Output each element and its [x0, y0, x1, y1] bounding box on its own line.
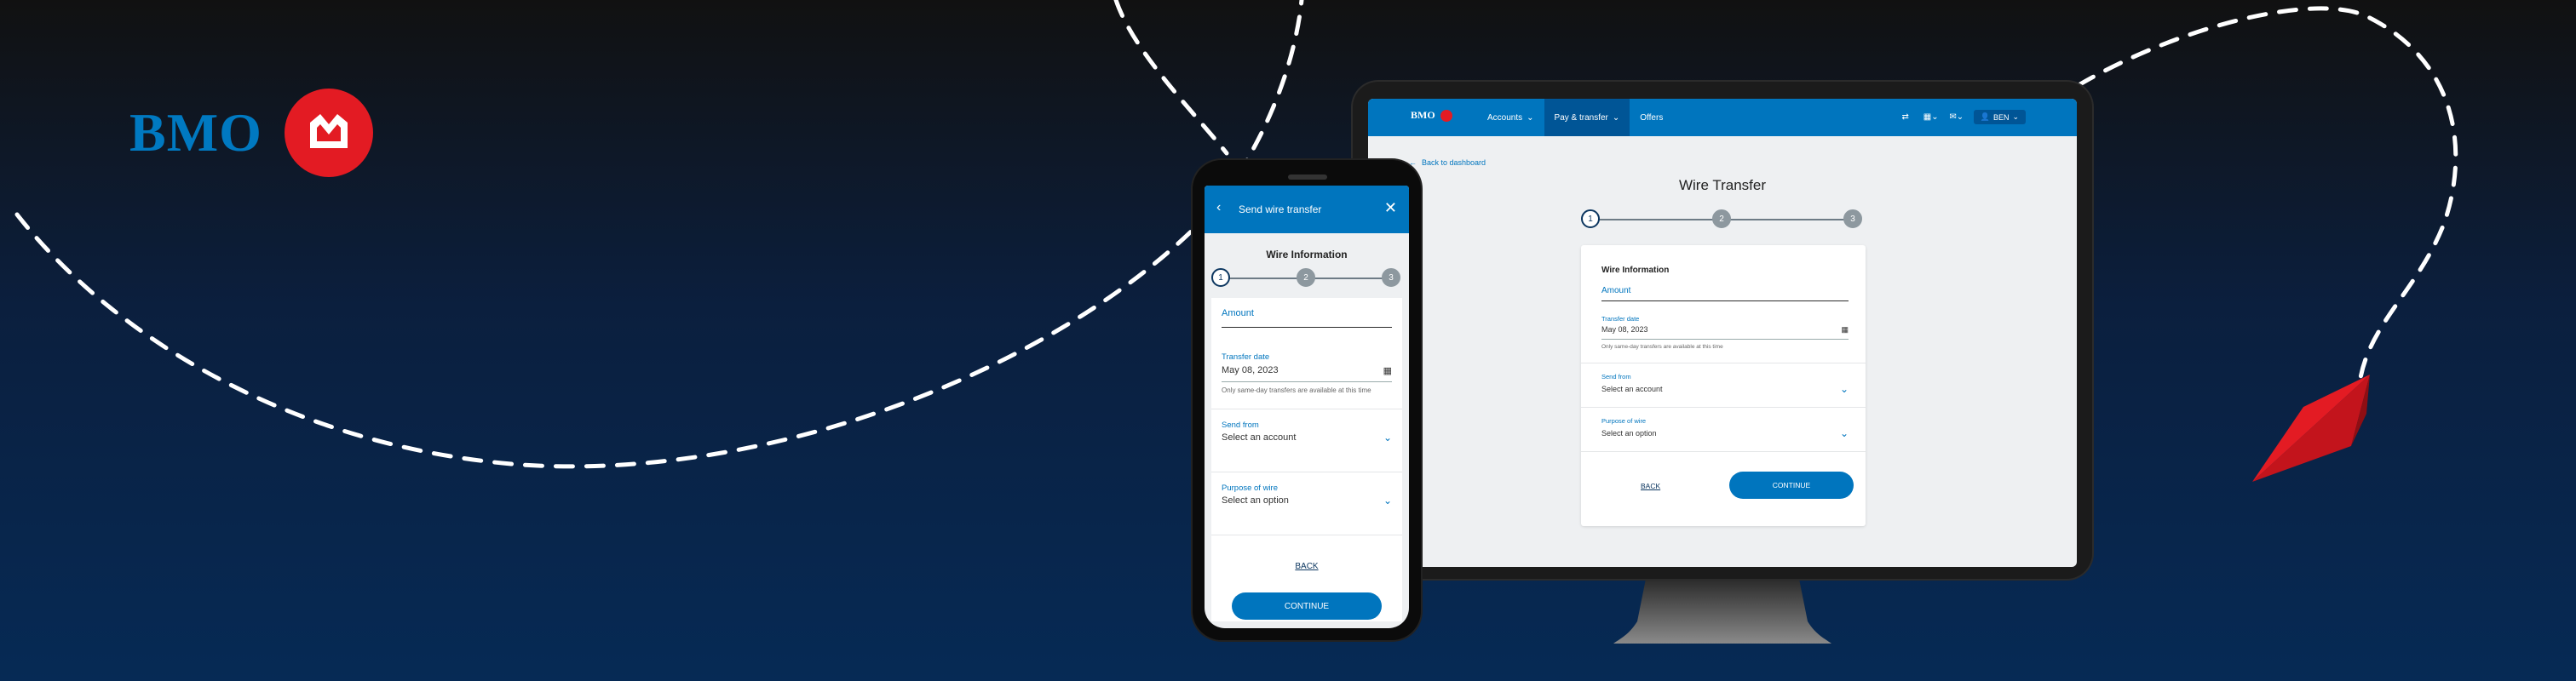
bank-icon[interactable]: ▦⌄ — [1923, 111, 1940, 124]
calendar-icon[interactable]: ▦ — [1841, 325, 1849, 335]
wire-info-form: Wire Information Amount Transfer date Ma… — [1581, 245, 1866, 526]
chevron-down-icon: ⌄ — [1839, 427, 1849, 439]
nav-logo[interactable]: BMO — [1411, 109, 1452, 122]
arrow-left-icon: ← — [1409, 158, 1417, 167]
back-to-dashboard-link[interactable]: ← Back to dashboard — [1409, 158, 1486, 167]
chevron-down-icon: ⌄ — [1527, 112, 1534, 123]
back-button[interactable]: BACK — [1641, 482, 1660, 490]
purpose-select[interactable]: Purpose of wire Select an option ⌄ — [1222, 484, 1392, 506]
desktop-monitor: BMO Accounts ⌄ Pay & transfer ⌄ Offers ⇄… — [1353, 82, 2092, 579]
transfer-date-field[interactable]: Transfer date May 08, 2023 ▦ Only same-d… — [1222, 352, 1392, 394]
divider — [1581, 451, 1866, 452]
calendar-icon[interactable]: ▦ — [1383, 365, 1392, 376]
progress-stepper: 1 2 3 — [1211, 267, 1402, 289]
transfer-date-hint: Only same-day transfers are available at… — [1222, 386, 1371, 394]
mail-icon[interactable]: ✉⌄ — [1948, 111, 1965, 124]
nav-item-label: Pay & transfer — [1554, 112, 1608, 123]
chevron-left-icon[interactable]: ‹ — [1216, 200, 1221, 215]
step-2: 2 — [1297, 268, 1315, 287]
nav-item-label: Offers — [1640, 112, 1664, 123]
send-from-value: Select an account — [1601, 385, 1663, 393]
phone-speaker — [1288, 175, 1327, 180]
nav-item-label: Accounts — [1487, 112, 1523, 123]
step-2: 2 — [1712, 209, 1731, 228]
transfer-date-value: May 08, 2023 — [1222, 365, 1279, 375]
transfer-date-value: May 08, 2023 — [1601, 325, 1648, 334]
mobile-screen: ‹ Send wire transfer ✕ Wire Information … — [1205, 186, 1409, 628]
transfer-date-hint: Only same-day transfers are available at… — [1601, 344, 1723, 350]
purpose-select[interactable]: Purpose of wire Select an option ⌄ — [1601, 417, 1849, 439]
purpose-value: Select an option — [1222, 495, 1289, 506]
step-1: 1 — [1581, 209, 1600, 228]
dashed-trail-loop — [1113, 0, 1229, 156]
nav-item-accounts[interactable]: Accounts ⌄ — [1477, 99, 1544, 136]
dashed-trail-right — [2076, 6, 2458, 386]
section-title: Wire Information — [1266, 249, 1348, 260]
nav-item-pay-transfer[interactable]: Pay & transfer ⌄ — [1544, 99, 1630, 136]
send-from-select[interactable]: Send from Select an account ⌄ — [1601, 373, 1849, 395]
purpose-value: Select an option — [1601, 429, 1657, 438]
divider — [1581, 407, 1866, 408]
nav-item-offers[interactable]: Offers — [1630, 99, 1673, 136]
send-from-label: Send from — [1601, 373, 1631, 381]
brand-wordmark: BMO — [129, 102, 262, 163]
nav-logo-text: BMO — [1411, 109, 1435, 121]
continue-button[interactable]: CONTINUE — [1232, 592, 1382, 620]
mobile-header-title: Send wire transfer — [1239, 203, 1322, 215]
step-3: 3 — [1382, 268, 1400, 287]
monitor-stand — [1613, 579, 1831, 644]
chevron-down-icon: ⌄ — [1383, 495, 1392, 506]
wire-info-form: Amount Transfer date May 08, 2023 ▦ Only… — [1211, 298, 1402, 621]
continue-button[interactable]: CONTINUE — [1729, 472, 1854, 499]
chevron-down-icon: ⌄ — [1612, 112, 1620, 123]
page-title: Wire Transfer — [1678, 177, 1767, 193]
form-title: Wire Information — [1601, 266, 1670, 275]
send-from-select[interactable]: Send from Select an account ⌄ — [1222, 421, 1392, 444]
profile-label: BEN — [1992, 112, 2010, 122]
bmo-roundel-small-icon — [1440, 109, 1452, 122]
transfer-date-label: Transfer date — [1222, 352, 1270, 362]
bmo-roundel-icon — [284, 89, 373, 177]
profile-menu[interactable]: 👤 BEN ⌄ — [1973, 110, 2026, 124]
progress-stepper: 1 2 3 — [1581, 209, 1862, 230]
chevron-down-icon: ⌄ — [1383, 432, 1392, 444]
transfer-date-field[interactable]: Transfer date May 08, 2023 ▦ Only same-d… — [1601, 315, 1849, 350]
mobile-header: ‹ Send wire transfer ✕ — [1205, 186, 1409, 233]
desktop-screen: BMO Accounts ⌄ Pay & transfer ⌄ Offers ⇄… — [1368, 99, 2077, 567]
chevron-down-icon: ⌄ — [1839, 383, 1849, 395]
purpose-label: Purpose of wire — [1601, 417, 1647, 425]
paper-plane-icon — [2252, 375, 2370, 482]
amount-input[interactable]: Amount — [1601, 286, 1849, 301]
chevron-down-icon: ⌄ — [2012, 112, 2019, 121]
back-button[interactable]: BACK — [1211, 562, 1402, 571]
top-nav-bar: BMO Accounts ⌄ Pay & transfer ⌄ Offers ⇄… — [1368, 99, 2077, 136]
send-from-label: Send from — [1222, 421, 1259, 430]
transfer-icon[interactable]: ⇄ — [1897, 111, 1914, 124]
dashed-trail-left — [14, 0, 1304, 469]
brand-logo: BMO — [129, 89, 373, 177]
send-from-value: Select an account — [1222, 432, 1297, 443]
transfer-date-label: Transfer date — [1601, 315, 1640, 323]
user-icon: 👤 — [1980, 112, 1990, 121]
mobile-phone: ‹ Send wire transfer ✕ Wire Information … — [1193, 160, 1421, 640]
close-icon[interactable]: ✕ — [1384, 199, 1397, 217]
back-link-label: Back to dashboard — [1422, 158, 1486, 167]
step-1: 1 — [1211, 268, 1230, 287]
purpose-label: Purpose of wire — [1222, 484, 1279, 493]
step-3: 3 — [1843, 209, 1862, 228]
amount-input[interactable]: Amount — [1222, 308, 1392, 328]
